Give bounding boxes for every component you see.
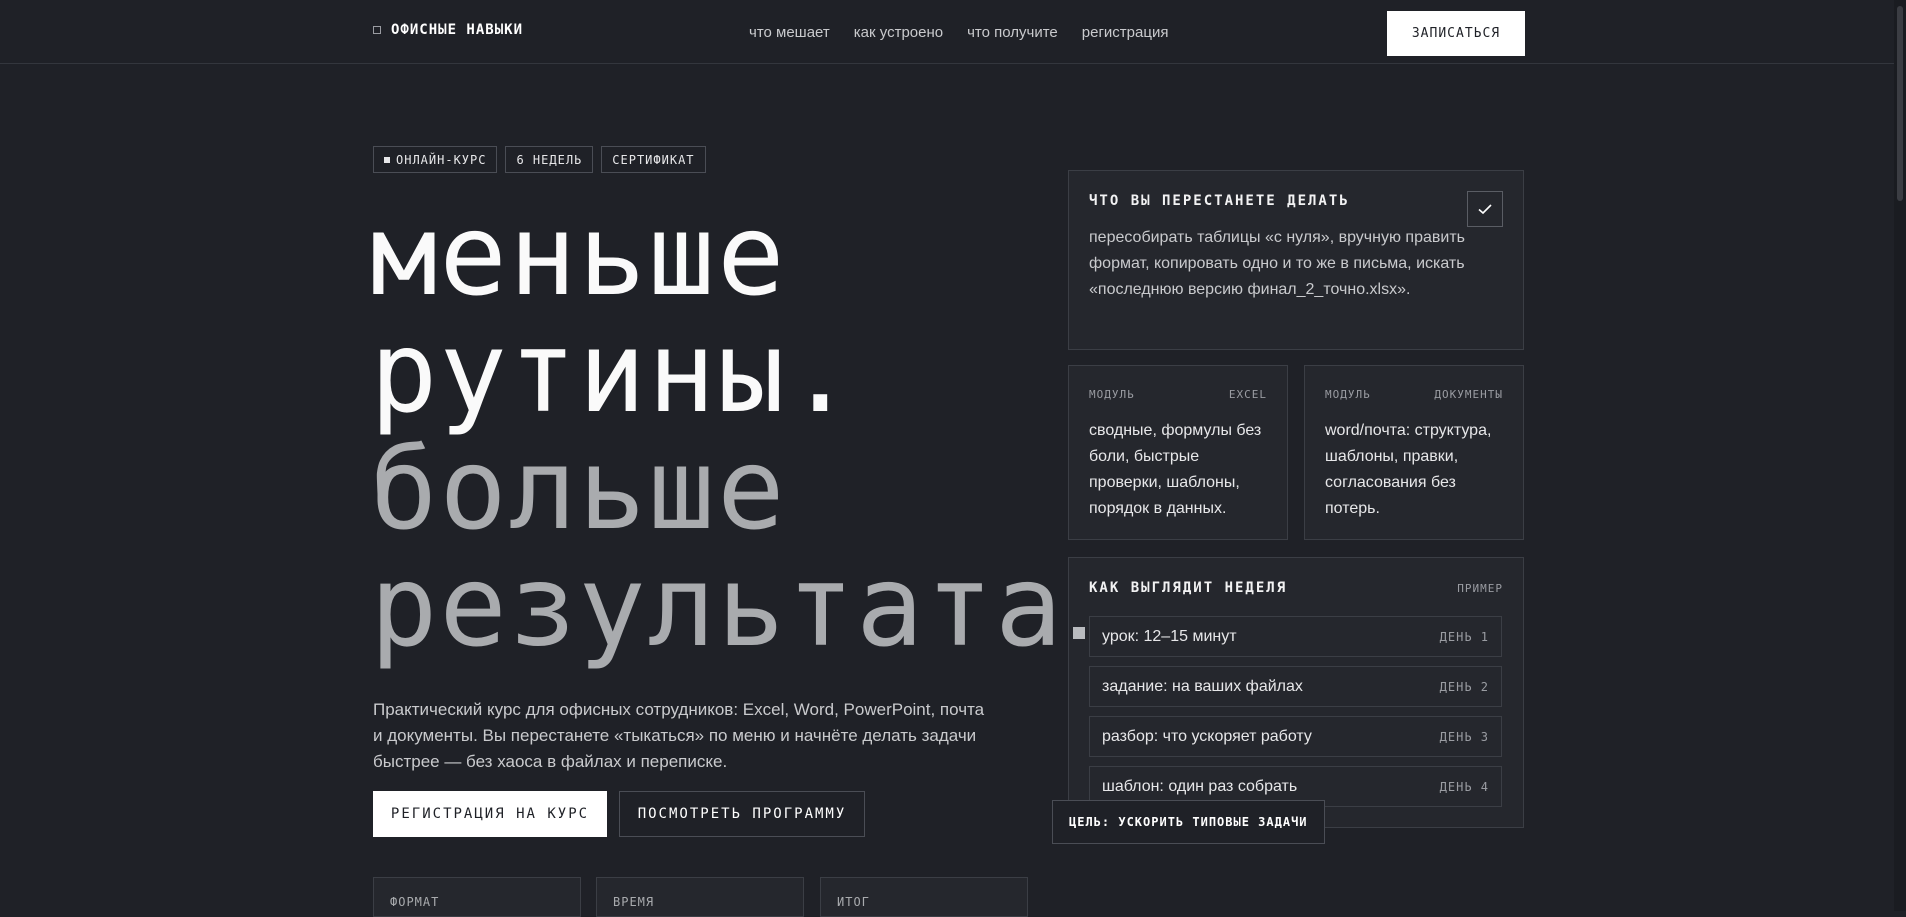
module-card-documents: МОДУЛЬ ДОКУМЕНТЫ word/почта: структура, …	[1304, 365, 1524, 540]
logo-text: ОФИСНЫЕ НАВЫКИ	[391, 22, 524, 38]
module-label: МОДУЛЬ	[1089, 388, 1135, 401]
site-header: ОФИСНЫЕ НАВЫКИ что мешает как устроено ч…	[0, 0, 1906, 64]
panel-text: пересобирать таблицы «с нуля», вручную п…	[1089, 229, 1465, 298]
tag-label: ОНЛАЙН-КУРС	[396, 152, 487, 167]
week-tag: ПРИМЕР	[1457, 581, 1503, 595]
week-row-label: разбор: что ускоряет работу	[1102, 727, 1312, 745]
week-list: урок: 12–15 минут ДЕНЬ 1 задание: на ваш…	[1089, 616, 1502, 816]
register-course-button[interactable]: РЕГИСТРАЦИЯ НА КУРС	[373, 791, 607, 837]
nav-item-registration[interactable]: регистрация	[1082, 24, 1169, 41]
module-name: ДОКУМЕНТЫ	[1434, 388, 1503, 401]
enroll-button[interactable]: ЗАПИСАТЬСЯ	[1387, 11, 1525, 56]
week-title: КАК ВЫГЛЯДИТ НЕДЕЛЯ	[1089, 580, 1288, 596]
module-text: сводные, формулы без боли, быстрые прове…	[1089, 422, 1262, 517]
nav-item-benefits[interactable]: что получите	[967, 24, 1058, 41]
week-panel: КАК ВЫГЛЯДИТ НЕДЕЛЯ ПРИМЕР урок: 12–15 м…	[1068, 557, 1524, 828]
hero-line-2: рутины.	[370, 308, 857, 438]
nav-item-how-it-works[interactable]: как устроено	[854, 24, 943, 41]
scrollbar[interactable]	[1894, 0, 1906, 911]
tag-label: 6 НЕДЕЛЬ	[516, 152, 583, 167]
module-header: МОДУЛЬ ДОКУМЕНТЫ	[1325, 388, 1503, 401]
week-row-day: ДЕНЬ 3	[1439, 729, 1489, 744]
view-program-button[interactable]: ПОСМОТРЕТЬ ПРОГРАММУ	[619, 791, 865, 837]
logo-square-icon	[373, 26, 381, 34]
stat-result: ИТОГ	[820, 877, 1028, 917]
goal-badge: ЦЕЛЬ: УСКОРИТЬ ТИПОВЫЕ ЗАДАЧИ	[1052, 800, 1325, 844]
panel-title: ЧТО ВЫ ПЕРЕСТАНЕТЕ ДЕЛАТЬ	[1089, 193, 1350, 209]
hero-line-3: больше	[370, 425, 787, 555]
square-bullet-icon	[384, 156, 390, 163]
hero-description: Практический курс для офисных сотруднико…	[373, 700, 985, 771]
square-bullet-icon	[1073, 627, 1085, 639]
week-header: КАК ВЫГЛЯДИТ НЕДЕЛЯ ПРИМЕР	[1089, 580, 1503, 596]
module-card-excel: МОДУЛЬ EXCEL сводные, формулы без боли, …	[1068, 365, 1288, 540]
hero-line-1: меньше	[370, 191, 787, 321]
stop-doing-panel: ЧТО ВЫ ПЕРЕСТАНЕТЕ ДЕЛАТЬ пересобирать т…	[1068, 170, 1524, 350]
hero-line-4: результата	[370, 542, 1065, 672]
course-tags: ОНЛАЙН-КУРС 6 НЕДЕЛЬ СЕРТИФИКАТ	[373, 146, 706, 173]
week-row-label: шаблон: один раз собрать	[1102, 777, 1298, 795]
week-row: разбор: что ускоряет работу ДЕНЬ 3	[1089, 716, 1502, 757]
stat-time: ВРЕМЯ	[596, 877, 804, 917]
stat-label: ВРЕМЯ	[613, 895, 655, 909]
logo[interactable]: ОФИСНЫЕ НАВЫКИ	[373, 22, 523, 38]
module-header: МОДУЛЬ EXCEL	[1089, 388, 1267, 401]
module-text: word/почта: структура, шаблоны, правки, …	[1325, 422, 1492, 517]
check-icon	[1467, 191, 1503, 227]
week-row-day: ДЕНЬ 4	[1439, 779, 1489, 794]
tag-label: СЕРТИФИКАТ	[612, 152, 695, 167]
week-row-day: ДЕНЬ 2	[1439, 679, 1489, 694]
week-row-day: ДЕНЬ 1	[1439, 629, 1489, 644]
week-row-label: урок: 12–15 минут	[1102, 627, 1237, 645]
week-row: урок: 12–15 минут ДЕНЬ 1	[1089, 616, 1502, 657]
stat-format: ФОРМАТ	[373, 877, 581, 917]
week-row: задание: на ваших файлах ДЕНЬ 2	[1089, 666, 1502, 707]
main-nav: что мешает как устроено что получите рег…	[749, 24, 1168, 41]
module-label: МОДУЛЬ	[1325, 388, 1371, 401]
stat-label: ИТОГ	[837, 895, 870, 909]
module-name: EXCEL	[1228, 388, 1267, 401]
stat-label: ФОРМАТ	[390, 895, 440, 909]
hero-heading: меньше рутины. больше результата	[370, 198, 1064, 666]
tag-online: ОНЛАЙН-КУРС	[373, 146, 498, 173]
tag-duration: 6 НЕДЕЛЬ	[505, 146, 594, 173]
week-row-label: задание: на ваших файлах	[1102, 677, 1303, 695]
nav-item-problems[interactable]: что мешает	[749, 24, 830, 41]
scrollbar-thumb[interactable]	[1897, 6, 1903, 201]
tag-certificate: СЕРТИФИКАТ	[601, 146, 706, 173]
